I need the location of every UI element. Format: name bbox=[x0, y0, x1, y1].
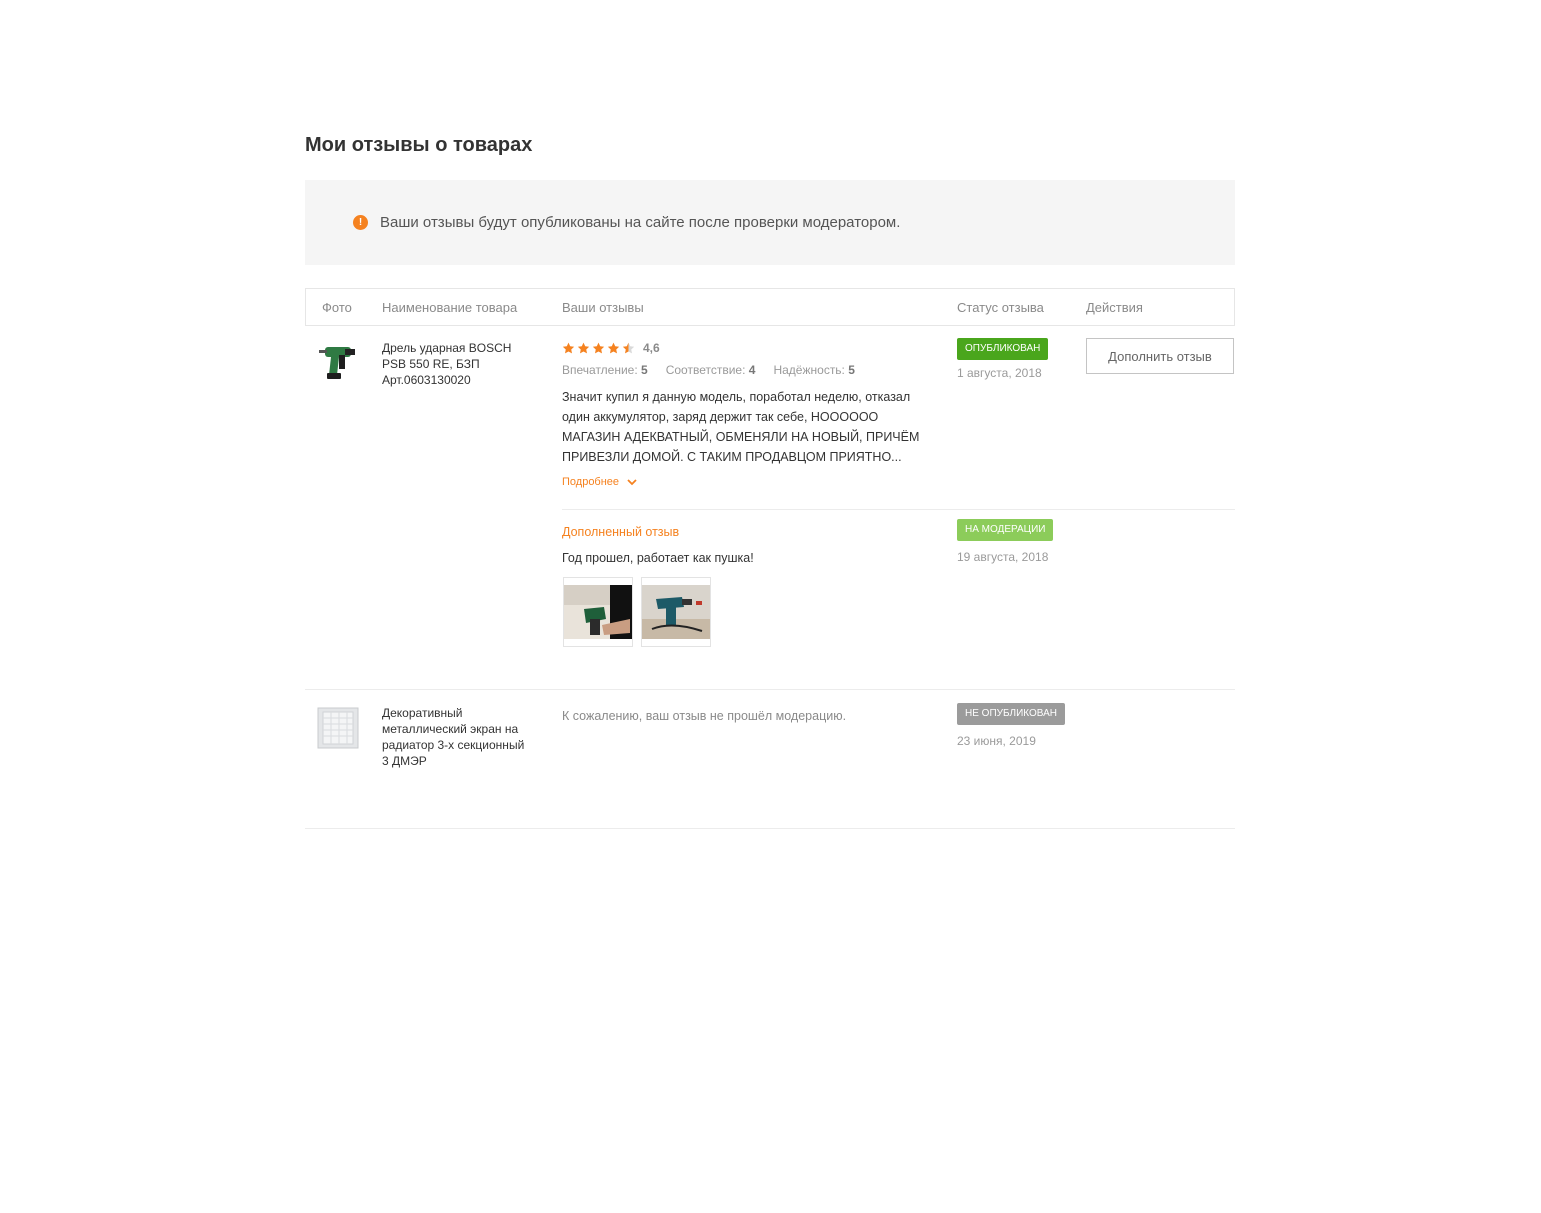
status-badge: НА МОДЕРАЦИИ bbox=[957, 519, 1054, 541]
product-name[interactable]: Декоративный металлический экран на ради… bbox=[382, 705, 524, 769]
review-photo[interactable] bbox=[563, 577, 633, 647]
review-photo[interactable] bbox=[641, 577, 711, 647]
column-header-actions: Действия bbox=[1086, 300, 1143, 315]
rating-stars: 4,6 bbox=[562, 341, 660, 355]
star-full-icon bbox=[562, 342, 575, 353]
table-header: Фото Наименование товара Ваши отзывы Ста… bbox=[305, 288, 1235, 326]
star-full-icon bbox=[607, 342, 620, 353]
column-header-reviews: Ваши отзывы bbox=[562, 300, 644, 315]
more-link[interactable]: Подробнее bbox=[562, 476, 637, 488]
star-half-icon bbox=[622, 342, 635, 353]
row-divider bbox=[305, 689, 1235, 690]
star-full-icon bbox=[577, 342, 590, 353]
status-badge: НЕ ОПУБЛИКОВАН bbox=[957, 703, 1066, 725]
drill-icon[interactable] bbox=[317, 341, 359, 383]
criterion-match: Соответствие: 4 bbox=[665, 363, 756, 377]
criterion-impression: Впечатление: 5 bbox=[562, 363, 648, 377]
criterion-reliability: Надёжность: 5 bbox=[773, 363, 855, 377]
drill-photo-1 bbox=[564, 585, 632, 639]
status-date: 1 августа, 2018 bbox=[957, 366, 1042, 380]
column-header-status: Статус отзыва bbox=[957, 300, 1044, 315]
radiator-screen-icon[interactable] bbox=[317, 707, 359, 749]
status-date: 23 июня, 2019 bbox=[957, 734, 1036, 748]
added-review-title: Дополненный отзыв bbox=[562, 525, 680, 539]
page-title: Мои отзывы о товарах bbox=[305, 134, 533, 156]
column-header-photo: Фото bbox=[322, 300, 352, 315]
star-full-icon bbox=[592, 342, 605, 353]
exclamation-icon: ! bbox=[353, 215, 368, 230]
notice-text: Ваши отзывы будут опубликованы на сайте … bbox=[380, 214, 901, 231]
drill-photo-2 bbox=[642, 585, 710, 639]
column-header-name: Наименование товара bbox=[382, 300, 518, 315]
status-badge: ОПУБЛИКОВАН bbox=[957, 338, 1049, 360]
row-divider bbox=[305, 828, 1235, 829]
moderation-notice: ! Ваши отзывы будут опубликованы на сайт… bbox=[305, 180, 1235, 265]
rating-value: 4,6 bbox=[643, 341, 660, 355]
divider bbox=[562, 509, 1235, 510]
status-date: 19 августа, 2018 bbox=[957, 550, 1049, 564]
add-review-button[interactable]: Дополнить отзыв bbox=[1086, 338, 1234, 374]
rejection-message: К сожалению, ваш отзыв не прошёл модерац… bbox=[562, 709, 847, 723]
review-criteria: Впечатление: 5 Соответствие: 4 Надёжност… bbox=[562, 363, 873, 377]
added-review-text: Год прошел, работает как пушка! bbox=[562, 551, 754, 565]
chevron-down-icon bbox=[627, 478, 637, 485]
product-name[interactable]: Дрель ударная BOSCH PSB 550 RE, БЗП Арт.… bbox=[382, 340, 511, 388]
review-text: Значит купил я данную модель, поработал … bbox=[562, 390, 920, 464]
